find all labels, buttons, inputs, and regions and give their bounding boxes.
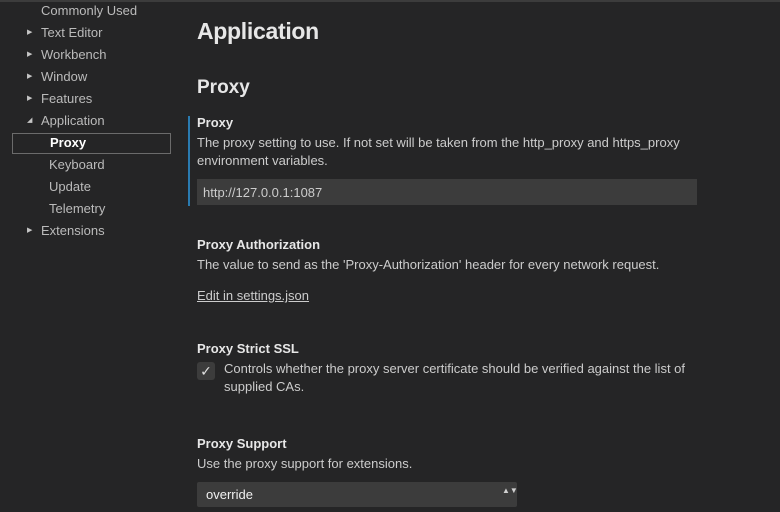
setting-proxy-authorization-description: The value to send as the 'Proxy-Authoriz…	[197, 257, 660, 272]
focused-setting-indicator	[188, 116, 190, 206]
setting-proxy-strict-ssl-title: Proxy Strict SSL	[197, 341, 299, 356]
select-arrows-icon: ▲▼	[502, 486, 518, 495]
tree-item-label: Text Editor	[41, 25, 103, 40]
setting-proxy-strict-ssl-description: Controls whether the proxy server certif…	[224, 361, 686, 394]
tree-item-window[interactable]: ▶ Window	[12, 67, 171, 87]
chevron-right-icon: ▶	[27, 51, 33, 58]
proxy-support-select[interactable]: override ▲▼	[197, 482, 518, 507]
tree-item-label: Commonly Used	[41, 3, 138, 18]
section-title: Proxy	[197, 77, 250, 98]
settings-content: Application Proxy Proxy The proxy settin…	[188, 0, 780, 512]
tree-item-label: Application	[41, 113, 105, 128]
chevron-right-icon: ▶	[27, 29, 33, 36]
chevron-right-icon: ▶	[27, 73, 33, 80]
tree-item-label: Update	[49, 179, 91, 194]
setting-proxy-title: Proxy	[197, 115, 234, 130]
select-value: override	[206, 487, 253, 502]
tree-item-commonly-used[interactable]: Commonly Used	[12, 1, 171, 21]
tree-item-update[interactable]: Update	[12, 177, 171, 197]
tree-item-telemetry[interactable]: Telemetry	[12, 199, 171, 219]
tree-item-label: Proxy	[50, 135, 87, 150]
tree-item-label: Workbench	[41, 47, 107, 62]
tree-item-label: Telemetry	[49, 201, 106, 216]
setting-proxy-support-title: Proxy Support	[197, 436, 287, 451]
settings-editor: Commonly Used ▶ Text Editor ▶ Workbench …	[0, 0, 780, 512]
tree-item-keyboard[interactable]: Keyboard	[12, 155, 171, 175]
edit-in-settings-json-link[interactable]: Edit in settings.json	[197, 288, 309, 303]
chevron-right-icon: ▶	[27, 227, 33, 234]
tree-item-extensions[interactable]: ▶ Extensions	[12, 221, 171, 241]
setting-proxy-description: The proxy setting to use. If not set wil…	[197, 135, 680, 168]
tree-item-label: Window	[41, 69, 88, 84]
tree-item-text-editor[interactable]: ▶ Text Editor	[12, 23, 171, 43]
chevron-down-icon: ◢	[27, 117, 33, 124]
settings-tree: Commonly Used ▶ Text Editor ▶ Workbench …	[0, 0, 180, 512]
proxy-input[interactable]	[197, 179, 697, 205]
setting-proxy-support-description: Use the proxy support for extensions.	[197, 456, 413, 471]
tree-item-label: Extensions	[41, 223, 105, 238]
page-title: Application	[197, 18, 319, 44]
proxy-strict-ssl-checkbox[interactable]: ✓	[197, 362, 215, 380]
setting-proxy-authorization-title: Proxy Authorization	[197, 237, 321, 252]
tree-item-application[interactable]: ◢ Application	[12, 111, 171, 131]
tree-item-workbench[interactable]: ▶ Workbench	[12, 45, 171, 65]
tree-item-proxy[interactable]: Proxy	[12, 133, 171, 154]
tree-item-label: Keyboard	[49, 157, 105, 172]
tree-item-features[interactable]: ▶ Features	[12, 89, 171, 109]
tree-item-label: Features	[41, 91, 93, 106]
checkmark-icon: ✓	[200, 363, 212, 379]
chevron-right-icon: ▶	[27, 95, 33, 102]
